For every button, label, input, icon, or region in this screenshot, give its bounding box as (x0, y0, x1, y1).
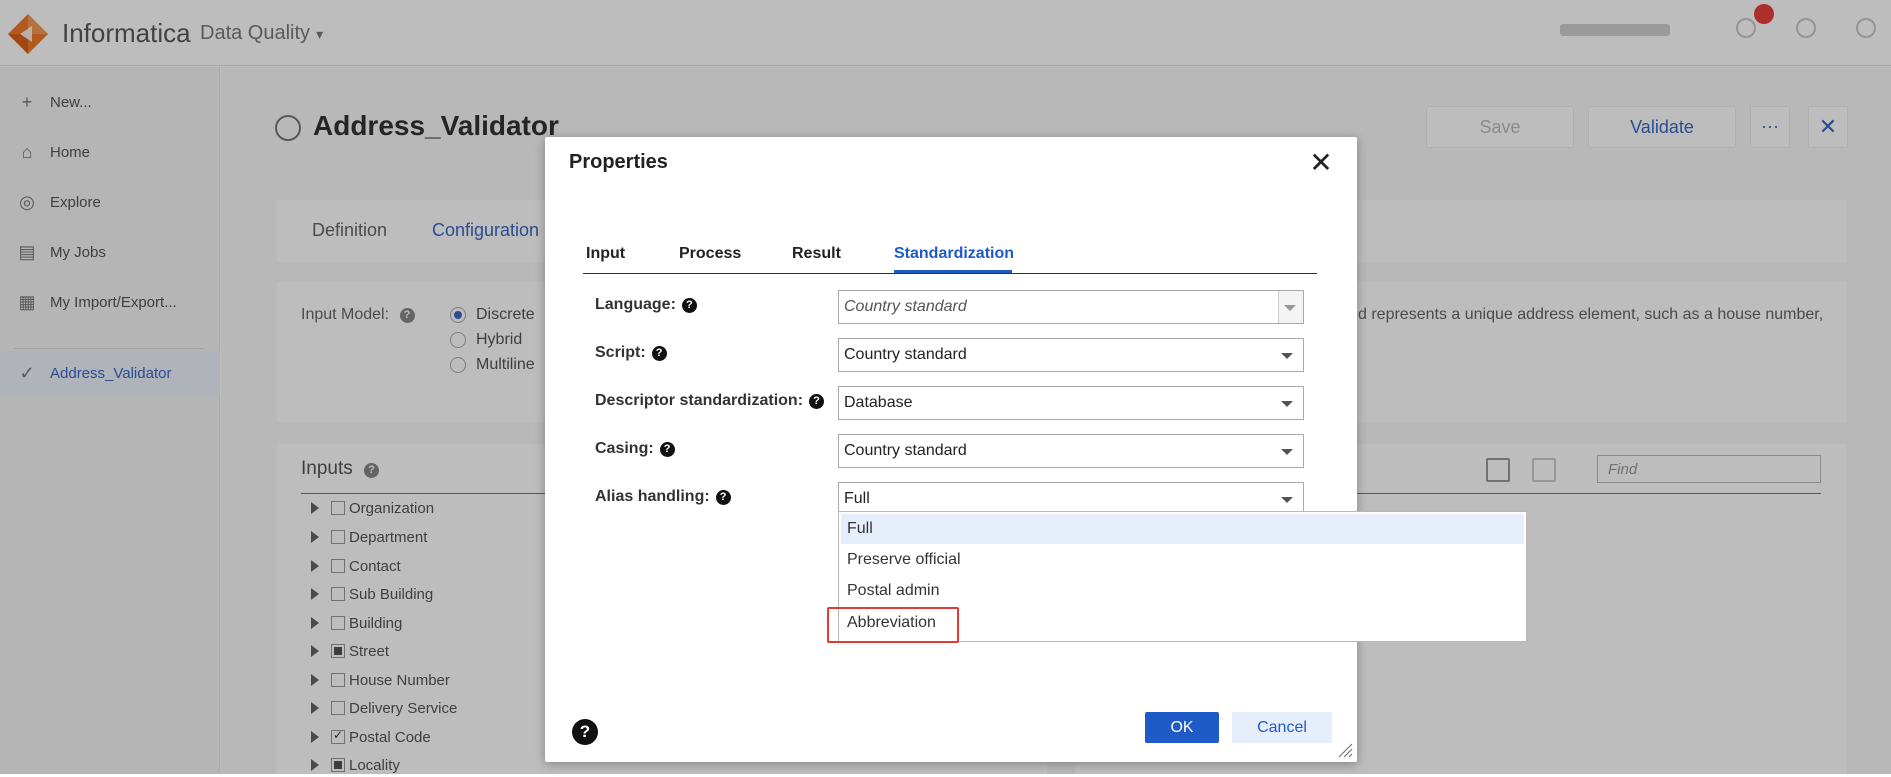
tab-standardization[interactable]: Standardization (894, 245, 1014, 263)
script-select[interactable]: Country standard (838, 338, 1304, 372)
descriptor-standardization-select[interactable]: Database (838, 386, 1304, 420)
dropdown-option-full[interactable]: Full (841, 514, 1524, 544)
field-label-text: Language: (595, 296, 676, 313)
app-root: Informatica Data Quality ▾ + New... ⌂ Home … (0, 0, 1891, 774)
language-label: Language:? (595, 296, 697, 314)
language-select: Country standard (838, 290, 1304, 324)
resize-handle-icon[interactable] (1337, 742, 1353, 758)
chevron-down-icon (1281, 497, 1293, 503)
chevron-down-icon (1281, 401, 1293, 407)
tab-result[interactable]: Result (792, 245, 841, 263)
ok-button[interactable]: OK (1145, 712, 1219, 743)
dropdown-option-postal-admin[interactable]: Postal admin (839, 575, 1526, 607)
chevron-down-icon (1281, 449, 1293, 455)
chevron-down-icon (1281, 353, 1293, 359)
descriptor-standardization-label: Descriptor standardization:? (595, 392, 825, 410)
field-label-text: Descriptor standardization: (595, 392, 804, 409)
help-icon[interactable]: ? (809, 394, 825, 409)
dropdown-option-preserve-official[interactable]: Preserve official (839, 544, 1526, 576)
select-value: Country standard (844, 298, 967, 315)
select-value: Country standard (844, 346, 967, 363)
close-icon[interactable]: ✕ (1305, 147, 1337, 179)
field-label-text: Casing: (595, 440, 654, 457)
script-label: Script:? (595, 344, 667, 362)
field-label-text: Alias handling: (595, 488, 710, 505)
casing-label: Casing:? (595, 440, 675, 458)
tab-input[interactable]: Input (586, 245, 625, 263)
highlight-box (827, 607, 959, 643)
alias-handling-label: Alias handling:? (595, 488, 731, 506)
dialog-title: Properties (569, 151, 668, 173)
help-icon[interactable]: ? (659, 442, 675, 457)
help-icon[interactable]: ? (572, 719, 598, 745)
tabs-divider (583, 273, 1317, 274)
chevron-down-icon (1284, 305, 1296, 311)
select-value: Database (844, 394, 913, 411)
cancel-button[interactable]: Cancel (1232, 712, 1332, 743)
select-value: Country standard (844, 442, 967, 459)
help-icon[interactable]: ? (651, 346, 667, 361)
properties-dialog: Properties ✕ Input Process Result Standa… (545, 137, 1357, 762)
casing-select[interactable]: Country standard (838, 434, 1304, 468)
select-value: Full (844, 490, 870, 507)
help-icon[interactable]: ? (715, 490, 731, 505)
tab-process[interactable]: Process (679, 245, 741, 263)
field-label-text: Script: (595, 344, 646, 361)
help-icon[interactable]: ? (681, 298, 697, 313)
